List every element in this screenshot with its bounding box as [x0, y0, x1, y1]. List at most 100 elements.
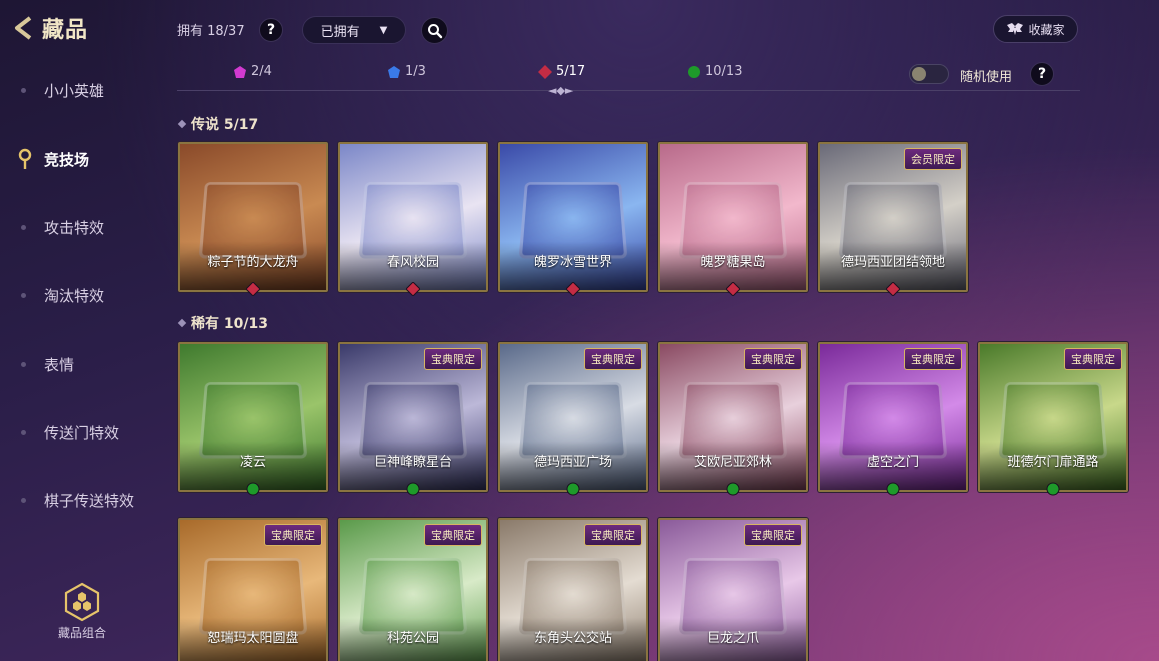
arena-card-name: 巨神峰瞭星台: [373, 455, 452, 470]
sidebar-item-portal-effects[interactable]: 传送门特效: [44, 422, 119, 443]
arena-card[interactable]: 宝典限定巨神峰瞭星台: [338, 342, 488, 492]
rare-gem-icon: [726, 482, 740, 496]
question-icon: ?: [1037, 66, 1047, 82]
legendary-gem-icon: [406, 282, 420, 296]
rare-gem-icon: [246, 482, 260, 496]
page-title: 藏品: [42, 18, 89, 43]
collection-combo-button[interactable]: [52, 582, 112, 626]
back-arrow-icon: [15, 16, 32, 40]
arena-card-name: 科苑公园: [386, 631, 439, 646]
purple-gem-icon: [234, 65, 246, 78]
owned-count: 拥有 18/37: [177, 24, 245, 39]
tab-divider: [177, 90, 1080, 91]
arena-card-name: 德玛西亚广场: [533, 455, 612, 470]
limited-badge: 宝典限定: [744, 348, 802, 370]
tab-rarity-legendary[interactable]: 5/17: [538, 64, 585, 79]
arena-card[interactable]: 魄罗冰雪世界: [498, 142, 648, 292]
sidebar-dot: [21, 362, 26, 367]
arena-card[interactable]: 会员限定德玛西亚团结领地: [818, 142, 968, 292]
diamond-bullet-icon: [177, 119, 187, 129]
tab-label: 1/3: [405, 64, 426, 79]
chevron-down-icon: ▼: [379, 24, 388, 36]
arena-card-name: 凌云: [239, 455, 266, 470]
sidebar-item-emotes[interactable]: 表情: [44, 354, 74, 375]
arena-card[interactable]: 宝典限定东角头公交站: [498, 518, 648, 661]
legendary-gem-icon: [246, 282, 260, 296]
sidebar-dot: [21, 88, 26, 93]
arena-card-name: 恕瑞玛太阳圆盘: [207, 631, 299, 646]
arena-card[interactable]: 春风校园: [338, 142, 488, 292]
sidebar-item-arena[interactable]: 竞技场: [44, 149, 89, 170]
legendary-gem-icon: [566, 282, 580, 296]
arena-card-name: 魄罗冰雪世界: [533, 255, 612, 270]
limited-badge: 宝典限定: [744, 524, 802, 546]
arena-card[interactable]: 宝典限定巨龙之爪: [658, 518, 808, 661]
sidebar-item-little-legends[interactable]: 小小英雄: [44, 80, 104, 101]
arena-card[interactable]: 宝典限定艾欧尼亚郊林: [658, 342, 808, 492]
arena-card-name: 魄罗糖果岛: [700, 255, 766, 270]
green-gem-icon: [688, 65, 700, 78]
owned-filter-dropdown[interactable]: 已拥有 ▼: [302, 16, 406, 44]
tab-label: 10/13: [705, 64, 743, 79]
sidebar-item-unit-teleport-effects[interactable]: 棋子传送特效: [44, 490, 134, 511]
arena-card[interactable]: 宝典限定虚空之门: [818, 342, 968, 492]
limited-badge: 宝典限定: [904, 348, 962, 370]
arena-card-name: 德玛西亚团结领地: [840, 255, 945, 270]
arena-card[interactable]: 粽子节的大龙舟: [178, 142, 328, 292]
arena-pin-icon: [18, 148, 32, 169]
search-button[interactable]: [421, 17, 448, 44]
rare-gem-icon: [566, 482, 580, 496]
section-title-text: 稀有 10/13: [191, 316, 268, 332]
legendary-gem-icon: [886, 282, 900, 296]
limited-badge: 宝典限定: [584, 524, 642, 546]
limited-badge: 宝典限定: [1064, 348, 1122, 370]
arena-card[interactable]: 魄罗糖果岛: [658, 142, 808, 292]
limited-badge: 宝典限定: [264, 524, 322, 546]
random-help-button[interactable]: ?: [1030, 62, 1054, 86]
random-use-toggle[interactable]: [909, 64, 949, 84]
sidebar-item-attack-effects[interactable]: 攻击特效: [44, 217, 104, 238]
blue-gem-icon: [388, 65, 400, 78]
limited-badge: 宝典限定: [424, 524, 482, 546]
back-button[interactable]: 藏品: [12, 12, 88, 44]
tab-label: 2/4: [251, 64, 272, 79]
arena-card-name: 巨龙之爪: [706, 631, 759, 646]
arena-card[interactable]: 宝典限定科苑公园: [338, 518, 488, 661]
arena-card[interactable]: 宝典限定恕瑞玛太阳圆盘: [178, 518, 328, 661]
arena-card-name: 艾欧尼亚郊林: [693, 455, 772, 470]
limited-badge: 宝典限定: [584, 348, 642, 370]
arena-card-name: 虚空之门: [866, 455, 919, 470]
sidebar-dot: [21, 293, 26, 298]
rare-gem-icon: [886, 482, 900, 496]
filter-label: 已拥有: [320, 24, 360, 40]
section-title-legendary: 传说 5/17: [177, 114, 258, 134]
tab-rarity-rare-blue[interactable]: 1/3: [387, 64, 426, 79]
collector-button[interactable]: 收藏家: [993, 15, 1078, 43]
collector-label: 收藏家: [1028, 22, 1065, 37]
sidebar-dot: [21, 498, 26, 503]
sidebar-dot: [21, 430, 26, 435]
tab-label: 5/17: [556, 64, 586, 79]
arena-card[interactable]: 凌云: [178, 342, 328, 492]
toggle-knob: [912, 67, 926, 81]
arena-card[interactable]: 宝典限定班德尔门扉通路: [978, 342, 1128, 492]
section-title-rare: 稀有 10/13: [177, 313, 268, 333]
limited-badge: 宝典限定: [424, 348, 482, 370]
arena-card-name: 班德尔门扉通路: [1007, 455, 1099, 470]
help-button[interactable]: ?: [259, 18, 283, 42]
arena-card[interactable]: 宝典限定德玛西亚广场: [498, 342, 648, 492]
random-use-label: 随机使用: [960, 70, 1013, 85]
sidebar-item-elimination-effects[interactable]: 淘汰特效: [44, 285, 104, 306]
wings-icon: [1007, 23, 1024, 35]
honeycomb-icon: [64, 582, 100, 622]
limited-badge: 会员限定: [904, 148, 962, 170]
diamond-bullet-icon: [177, 318, 187, 328]
question-icon: ?: [266, 22, 276, 38]
arena-card-name: 粽子节的大龙舟: [207, 255, 299, 270]
rare-gem-icon: [1046, 482, 1060, 496]
legendary-gem-icon: [726, 282, 740, 296]
search-icon: [427, 23, 442, 38]
arena-card-name: 东角头公交站: [533, 631, 612, 646]
tab-rarity-epic[interactable]: 2/4: [233, 64, 272, 79]
tab-rarity-rare[interactable]: 10/13: [687, 64, 742, 79]
